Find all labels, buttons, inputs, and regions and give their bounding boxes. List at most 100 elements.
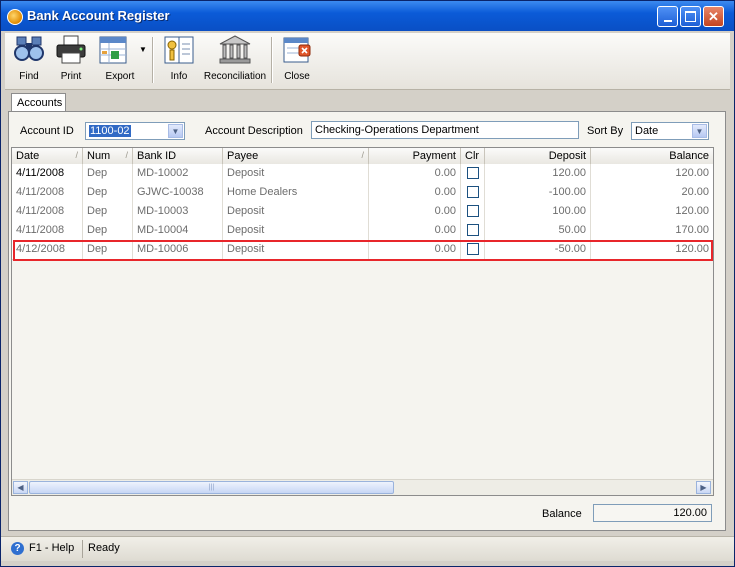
maximize-icon — [685, 11, 696, 22]
column-header-balance[interactable]: Balance — [591, 148, 713, 164]
cell-num: Dep — [83, 240, 133, 259]
cell-bank-id: MD-10004 — [133, 221, 223, 240]
cell-clr — [461, 221, 485, 240]
cell-bank-id: MD-10006 — [133, 240, 223, 259]
account-description-field[interactable]: Checking-Operations Department — [311, 121, 579, 139]
close-doc-icon — [281, 35, 313, 65]
balance-field: 120.00 — [593, 504, 712, 522]
info-label: Info — [170, 71, 188, 82]
cell-bank-id: GJWC-10038 — [133, 183, 223, 202]
find-button[interactable]: Find — [9, 35, 49, 87]
cell-deposit: 50.00 — [485, 221, 591, 240]
title-bar[interactable]: Bank Account Register ✕ — [1, 1, 734, 31]
register-grid: Date / Num / Bank ID Payee / Payment Clr De… — [11, 147, 714, 496]
clr-checkbox[interactable] — [467, 243, 479, 255]
cell-deposit: -100.00 — [485, 183, 591, 202]
maximize-button[interactable] — [680, 6, 701, 27]
minimize-button[interactable] — [657, 6, 678, 27]
clr-checkbox[interactable] — [467, 186, 479, 198]
print-button[interactable]: Print — [51, 35, 91, 87]
cell-date: 4/11/2008 — [12, 221, 83, 240]
export-label: Export — [105, 71, 135, 82]
minimize-icon — [663, 19, 672, 22]
account-description-label: Account Description — [205, 125, 303, 137]
app-icon — [7, 9, 23, 25]
clr-checkbox[interactable] — [467, 205, 479, 217]
cell-payee: Deposit — [223, 221, 369, 240]
cell-date: 4/11/2008 — [12, 164, 83, 183]
chevron-down-icon[interactable]: ▼ — [692, 124, 707, 138]
table-row[interactable]: 4/12/2008 Dep MD-10006 Deposit 0.00 -50.… — [12, 240, 713, 260]
cell-payment: 0.00 — [369, 183, 461, 202]
printer-icon — [55, 35, 87, 65]
cell-payee: Home Dealers — [223, 183, 369, 202]
scroll-thumb[interactable]: ||| — [29, 481, 394, 494]
table-row[interactable]: 4/11/2008 Dep MD-10004 Deposit 0.00 50.0… — [12, 221, 713, 241]
help-text[interactable]: F1 - Help — [29, 542, 74, 554]
bank-icon — [219, 35, 251, 65]
table-row[interactable]: 4/11/2008 Dep GJWC-10038 Home Dealers 0.… — [12, 183, 713, 203]
find-label: Find — [19, 71, 39, 82]
cell-clr — [461, 183, 485, 202]
column-header-num[interactable]: Num / — [83, 148, 133, 164]
status-text: Ready — [88, 542, 120, 554]
info-icon — [163, 35, 195, 65]
bank-account-register-window: Bank Account Register ✕ Find Print ▼ Exp… — [0, 0, 735, 567]
export-button[interactable]: ▼ Export — [95, 35, 147, 87]
status-separator — [82, 540, 83, 558]
cell-balance: 170.00 — [675, 224, 709, 236]
horizontal-scrollbar[interactable]: ◀ ||| ▶ — [12, 479, 713, 495]
sort-by-combo[interactable]: Date ▼ — [631, 122, 709, 140]
tab-accounts[interactable]: Accounts — [11, 93, 66, 112]
toolbar-separator — [271, 37, 273, 83]
cell-payee: Deposit — [223, 164, 369, 183]
clr-checkbox[interactable] — [467, 224, 479, 236]
clr-checkbox[interactable] — [467, 167, 479, 179]
sort-by-value: Date — [635, 125, 659, 137]
cell-clr — [461, 164, 485, 183]
cell-num: Dep — [83, 221, 133, 240]
table-row[interactable]: 4/11/2008 Dep MD-10003 Deposit 0.00 100.… — [12, 202, 713, 222]
chevron-down-icon[interactable]: ▼ — [168, 124, 183, 138]
cell-bank-id: MD-10003 — [133, 202, 223, 221]
help-icon[interactable]: ? — [11, 542, 24, 555]
column-header-clr[interactable]: Clr — [461, 148, 485, 164]
cell-balance: 120.00 — [675, 167, 709, 179]
reconciliation-button[interactable]: Reconciliation — [201, 35, 269, 87]
close-button[interactable]: Close — [277, 35, 317, 87]
column-header-bank-id[interactable]: Bank ID — [133, 148, 223, 164]
scroll-left-icon[interactable]: ◀ — [13, 481, 28, 494]
cell-deposit: -50.00 — [485, 240, 591, 259]
grid-header: Date / Num / Bank ID Payee / Payment Clr De… — [12, 148, 713, 165]
cell-clr — [461, 202, 485, 221]
export-icon — [97, 35, 129, 65]
cell-deposit: 100.00 — [485, 202, 591, 221]
cell-num: Dep — [83, 202, 133, 221]
column-header-deposit[interactable]: Deposit — [485, 148, 591, 164]
balance-label: Balance — [542, 508, 582, 520]
table-row[interactable]: 4/11/2008 Dep MD-10002 Deposit 0.00 120.… — [12, 164, 713, 184]
account-id-value: 1100-02 — [89, 125, 131, 137]
cell-payment: 0.00 — [369, 164, 461, 183]
column-header-date[interactable]: Date / — [12, 148, 83, 164]
cell-payment: 0.00 — [369, 240, 461, 259]
scroll-right-icon[interactable]: ▶ — [696, 481, 711, 494]
column-header-payment[interactable]: Payment — [369, 148, 461, 164]
export-dropdown-icon[interactable]: ▼ — [139, 45, 147, 54]
cell-payee: Deposit — [223, 240, 369, 259]
account-id-label: Account ID — [20, 125, 74, 137]
cell-num: Dep — [83, 183, 133, 202]
cell-date: 4/12/2008 — [12, 240, 83, 259]
cell-date: 4/11/2008 — [12, 202, 83, 221]
account-id-combo[interactable]: 1100-02 ▼ — [85, 122, 185, 140]
column-header-payee[interactable]: Payee / — [223, 148, 369, 164]
info-button[interactable]: Info — [159, 35, 199, 87]
cell-bank-id: MD-10002 — [133, 164, 223, 183]
binoculars-icon — [13, 35, 45, 65]
sort-by-label: Sort By — [587, 125, 624, 137]
close-window-button[interactable]: ✕ — [703, 6, 724, 27]
toolbar: Find Print ▼ Export Info Reconciliation … — [5, 33, 730, 90]
cell-payment: 0.00 — [369, 202, 461, 221]
print-label: Print — [60, 71, 82, 82]
cell-num: Dep — [83, 164, 133, 183]
